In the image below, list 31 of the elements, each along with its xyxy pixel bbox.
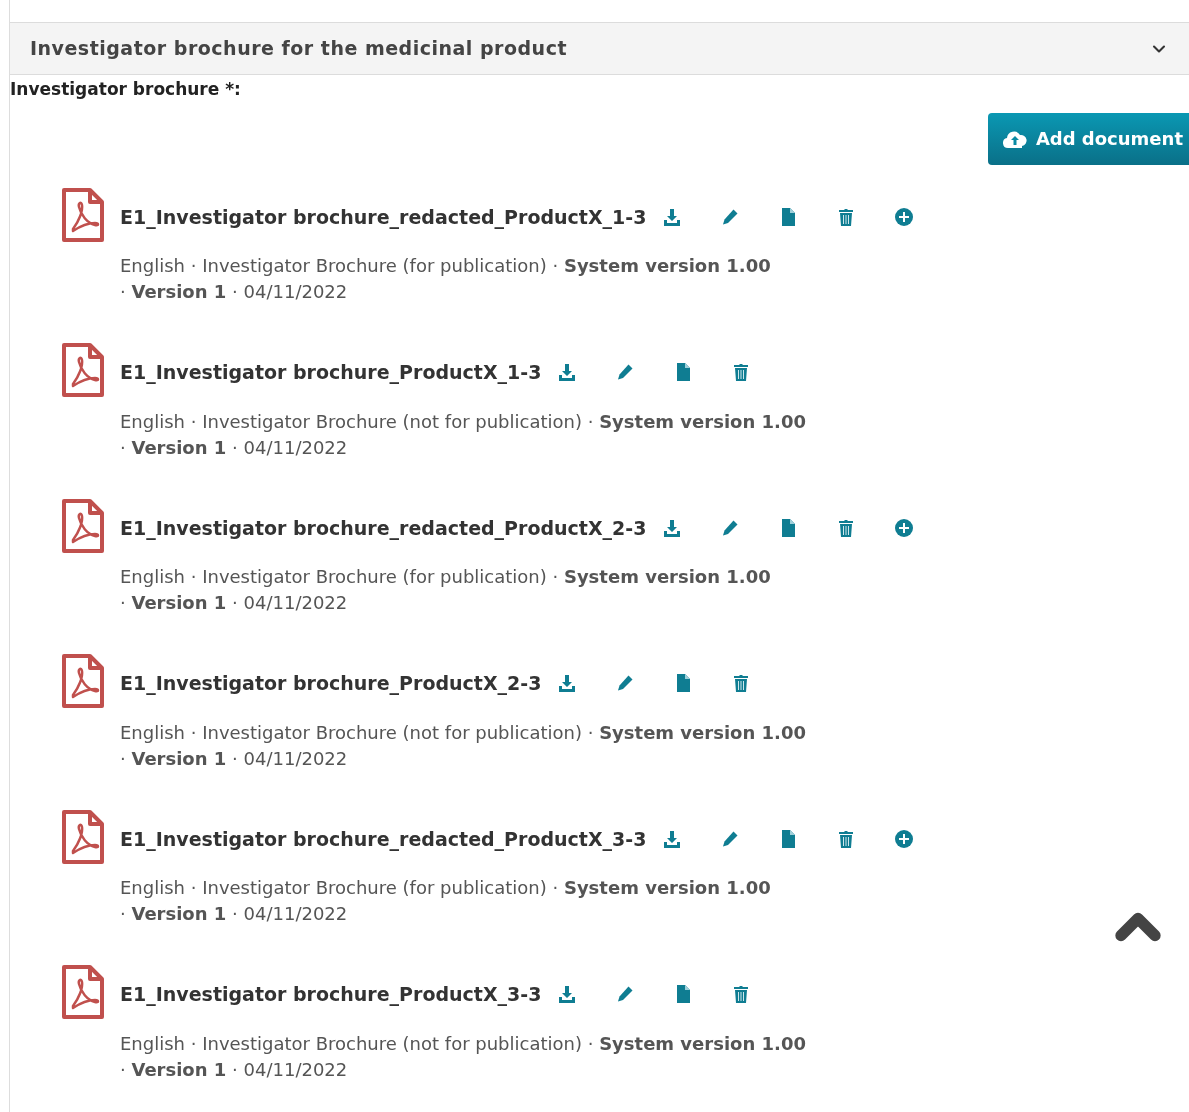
download-icon[interactable] bbox=[557, 673, 578, 694]
download-icon[interactable] bbox=[557, 362, 578, 383]
plus-circle-icon[interactable] bbox=[894, 828, 915, 849]
document-name[interactable]: E1_Investigator brochure_ProductX_1-3 bbox=[120, 358, 542, 387]
pdf-file-icon bbox=[61, 808, 105, 865]
pdf-file-icon bbox=[61, 653, 105, 709]
document-details: English · Investigator Brochure (for publication) · System version 1.00 · Version 1 · 04/11/2022 bbox=[120, 565, 772, 615]
document-name[interactable]: E1_Investigator brochure_redacted_ProductX_3-3 bbox=[120, 824, 647, 853]
field-label: Investigator brochure *: bbox=[10, 79, 241, 99]
download-icon[interactable] bbox=[662, 828, 683, 849]
section-header[interactable]: Investigator brochure for the medicinal product bbox=[10, 22, 1189, 75]
add-document-button[interactable]: Add document bbox=[987, 112, 1189, 165]
plus-circle-icon[interactable] bbox=[894, 517, 915, 538]
document-details: English · Investigator Brochure (not for publication) · System version 1.00 · Version 1 · 04/11/2022 bbox=[120, 409, 807, 460]
document-name[interactable]: E1_Investigator brochure_redacted_ProductX_2-3 bbox=[120, 513, 647, 542]
document-details: English · Investigator Brochure (for publication) · System version 1.00 · Version 1 · 04/11/2022 bbox=[120, 254, 772, 304]
pdf-file-icon bbox=[61, 964, 105, 1020]
download-icon[interactable] bbox=[662, 517, 683, 538]
section-title: Investigator brochure for the medicinal product bbox=[30, 36, 567, 62]
document-details: English · Investigator Brochure (not for publication) · System version 1.00 · Version 1 · 04/11/2022 bbox=[120, 720, 807, 771]
document-name[interactable]: E1_Investigator brochure_ProductX_2-3 bbox=[120, 669, 542, 698]
document-name[interactable]: E1_Investigator brochure_redacted_ProductX_1-3 bbox=[120, 202, 647, 231]
document-details: English · Investigator Brochure (not for publication) · System version 1.00 · Version 1 · 04/11/2022 bbox=[120, 1031, 807, 1082]
document-details: English · Investigator Brochure (for publication) · System version 1.00 · Version 1 · 04/11/2022 bbox=[120, 876, 772, 926]
document-name[interactable]: E1_Investigator brochure_ProductX_3-3 bbox=[120, 980, 542, 1009]
download-icon[interactable] bbox=[662, 206, 683, 227]
download-icon[interactable] bbox=[557, 984, 578, 1005]
pdf-file-icon bbox=[61, 342, 105, 398]
pdf-file-icon bbox=[61, 497, 105, 554]
plus-circle-icon[interactable] bbox=[894, 206, 915, 227]
pdf-file-icon bbox=[61, 186, 105, 243]
